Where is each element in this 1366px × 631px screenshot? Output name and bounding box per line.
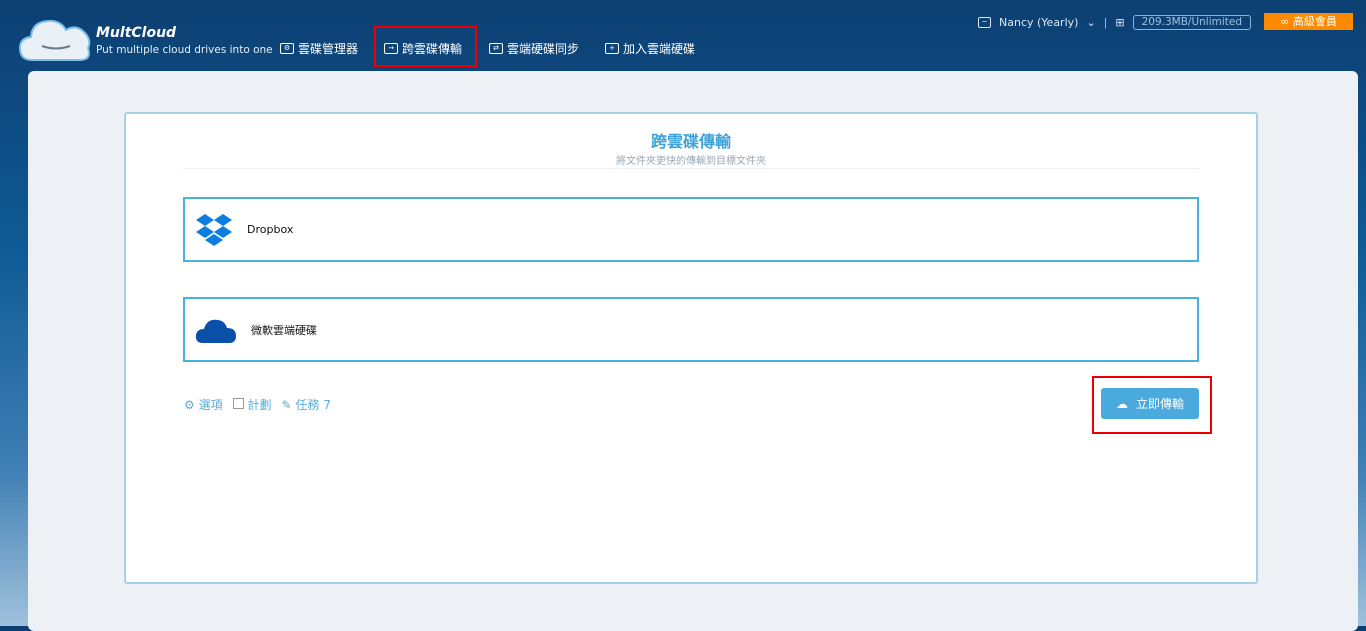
brand-name: MultCloud [96, 25, 177, 41]
folder-gear-icon: ⚙ [280, 43, 294, 54]
user-name: Nancy (Yearly) [999, 16, 1079, 29]
tasks-label: 任務 [295, 398, 320, 412]
gear-icon: ⚙ [184, 398, 195, 412]
cloud-upload-icon: ☁ [1115, 396, 1128, 411]
page-subtitle: 將文件夾更快的傳輸到目標文件夾 [616, 156, 766, 167]
schedule-checkbox[interactable]: 計劃 [232, 396, 272, 413]
multcloud-logo [18, 19, 91, 61]
nav-cloud-sync[interactable]: ⇄ 雲端硬碟同步 [489, 40, 579, 57]
header: MultCloud Put multiple cloud drives into… [0, 0, 1366, 70]
source-drive-name: Dropbox [247, 223, 294, 236]
transfer-card: 跨雲碟傳輸 將文件夾更快的傳輸到目標文件夾 Dropbox 微軟雲端硬碟 ⚙ 選… [124, 112, 1258, 584]
divider: | [1103, 16, 1108, 29]
options-link[interactable]: ⚙ 選項 [184, 396, 223, 413]
chevron-down-icon[interactable]: ⌄ [1086, 16, 1095, 29]
folder-arrow-icon: → [384, 43, 398, 54]
source-drive-selector[interactable]: Dropbox [183, 197, 1199, 262]
nav-label: 雲端硬碟同步 [507, 42, 580, 56]
target-drive-name: 微軟雲端硬碟 [251, 323, 317, 337]
task-count: 7 [323, 398, 331, 412]
nav-label: 加入雲端硬碟 [623, 42, 696, 56]
nav-cloud-transfer[interactable]: → 跨雲碟傳輸 [384, 40, 462, 57]
nav-label: 跨雲碟傳輸 [402, 42, 463, 56]
user-menu[interactable]: ~ Nancy (Yearly) ⌄ | ⊞ 209.3MB/Unlimited [978, 15, 1252, 30]
usage-badge: 209.3MB/Unlimited [1132, 15, 1252, 30]
nav-cloud-manager[interactable]: ⚙ 雲碟管理器 [280, 40, 358, 57]
schedule-label: 計劃 [247, 398, 272, 412]
transfer-now-button[interactable]: ☁ 立即傳輸 [1101, 388, 1199, 419]
onedrive-icon [195, 319, 236, 343]
tagline: Put multiple cloud drives into one [96, 44, 273, 56]
options-label: 選項 [198, 398, 223, 412]
target-drive-selector[interactable]: 微軟雲端硬碟 [183, 297, 1199, 362]
gift-icon[interactable]: ⊞ [1115, 16, 1124, 29]
premium-label: 高級會員 [1292, 15, 1337, 28]
premium-button[interactable]: ∞ 高級會員 [1264, 13, 1353, 30]
tasks-link[interactable]: ✎ 任務 7 [281, 396, 330, 413]
dashboard-icon: ~ [978, 17, 991, 28]
options-bar: ⚙ 選項 計劃 ✎ 任務 7 [184, 396, 331, 413]
nav-add-cloud[interactable]: + 加入雲端硬碟 [605, 40, 695, 57]
edit-icon: ✎ [281, 398, 292, 412]
nav-label: 雲碟管理器 [298, 42, 359, 56]
infinity-icon: ∞ [1280, 15, 1293, 28]
page-title: 跨雲碟傳輸 [650, 132, 731, 151]
divider [183, 168, 1199, 169]
folder-sync-icon: ⇄ [489, 43, 503, 54]
folder-plus-icon: + [605, 43, 619, 54]
dropbox-icon [196, 213, 232, 246]
checkbox-icon [232, 398, 244, 409]
transfer-now-label: 立即傳輸 [1135, 397, 1184, 411]
